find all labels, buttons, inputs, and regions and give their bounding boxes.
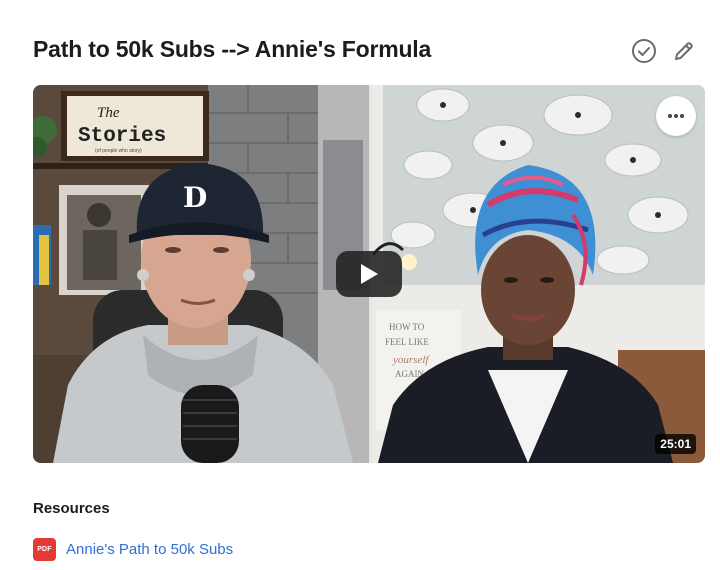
resource-link-label[interactable]: Annie's Path to 50k Subs	[66, 541, 233, 558]
video-duration: 25:01	[655, 434, 696, 454]
more-horizontal-icon	[668, 114, 684, 118]
svg-text:Stories: Stories	[78, 125, 166, 148]
svg-text:FEEL LIKE: FEEL LIKE	[385, 337, 429, 347]
resource-link-item[interactable]: PDF Annie's Path to 50k Subs	[33, 538, 233, 561]
page-title: Path to 50k Subs --> Annie's Formula	[33, 36, 432, 62]
play-icon	[361, 264, 378, 284]
svg-text:HOW TO: HOW TO	[389, 322, 425, 332]
mark-complete-button[interactable]	[630, 37, 658, 65]
svg-text:The: The	[97, 105, 120, 121]
edit-button[interactable]	[670, 37, 698, 65]
play-button[interactable]	[336, 251, 402, 297]
svg-text:D: D	[183, 181, 207, 214]
svg-text:(of people who story): (of people who story)	[95, 148, 142, 154]
more-options-button[interactable]	[656, 96, 696, 136]
check-circle-icon	[632, 39, 656, 63]
svg-text:yourself: yourself	[392, 354, 430, 366]
video-player[interactable]: The Stories (of people who story) D HOW …	[33, 85, 705, 463]
pdf-icon: PDF	[33, 538, 56, 561]
resources-heading: Resources	[33, 500, 110, 517]
pencil-icon	[675, 42, 693, 60]
